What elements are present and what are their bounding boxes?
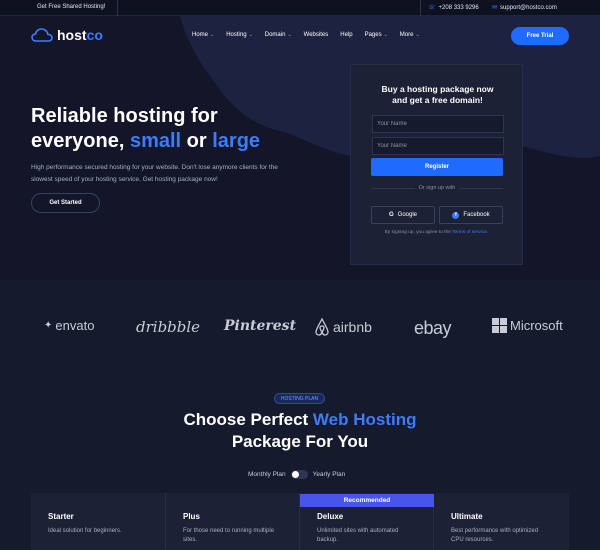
microsoft-logo: Microsoft bbox=[492, 318, 563, 333]
envato-logo: ✦ envato bbox=[44, 318, 95, 333]
brand-logos: ✦ envato dribbble Pinterest airbnb ebay M… bbox=[44, 318, 566, 340]
leaf-icon: ✦ bbox=[44, 320, 53, 331]
nav-item-domain[interactable]: Domain ⌄ bbox=[265, 32, 292, 38]
dribbble-logo: dribbble bbox=[136, 318, 201, 336]
mail-icon: ✉ bbox=[492, 5, 498, 11]
or-divider: Or sign up with bbox=[371, 185, 503, 191]
divider-line bbox=[371, 187, 415, 189]
nav-item-hosting[interactable]: Hosting ⌄ bbox=[226, 32, 253, 38]
toggle-knob bbox=[291, 471, 299, 478]
logo[interactable]: hostco bbox=[31, 27, 103, 43]
microsoft-icon bbox=[492, 318, 507, 333]
or-text: Or sign up with bbox=[418, 185, 456, 191]
signup-title: Buy a hosting package now and get a free… bbox=[381, 84, 494, 105]
section-title: Choose Perfect Web Hosting Package For Y… bbox=[183, 410, 417, 451]
name-input[interactable] bbox=[372, 115, 504, 133]
chevron-down-icon: ⌄ bbox=[210, 32, 215, 38]
nav-item-home[interactable]: Home ⌄ bbox=[192, 32, 214, 38]
register-button[interactable]: Register bbox=[371, 158, 503, 176]
billing-toggle[interactable] bbox=[290, 470, 308, 479]
get-started-button[interactable]: Get Started bbox=[31, 193, 100, 213]
yearly-plan-label[interactable]: Yearly Plan bbox=[313, 471, 346, 478]
airbnb-icon bbox=[315, 318, 329, 336]
phone-icon: ☏ bbox=[428, 5, 436, 11]
plan-card-starter[interactable]: Starter Ideal solution for beginners. bbox=[31, 493, 166, 550]
top-bar: Get Free Shared Hosting! ☏ +208 333 9296… bbox=[0, 0, 600, 16]
cloud-icon bbox=[31, 28, 53, 42]
google-icon: G bbox=[388, 212, 394, 218]
facebook-signup-button[interactable]: f Facebook bbox=[439, 206, 503, 224]
chevron-down-icon: ⌄ bbox=[248, 32, 253, 38]
brand-name: hostco bbox=[57, 27, 103, 43]
chevron-down-icon: ⌄ bbox=[287, 32, 292, 38]
divider-line bbox=[459, 187, 503, 189]
facebook-icon: f bbox=[452, 211, 460, 219]
monthly-plan-label[interactable]: Monthly Plan bbox=[248, 471, 286, 478]
plan-description: Unlimited sites with automated backup. bbox=[317, 528, 399, 543]
email-address: support@hostco.com bbox=[500, 4, 557, 11]
divider bbox=[117, 0, 118, 16]
airbnb-logo: airbnb bbox=[314, 318, 372, 336]
nav-item-more[interactable]: More ⌄ bbox=[400, 32, 420, 38]
plan-name: Deluxe bbox=[317, 512, 344, 521]
chevron-down-icon: ⌄ bbox=[415, 32, 420, 38]
pinterest-logo: Pinterest bbox=[224, 318, 297, 334]
plan-name: Ultimate bbox=[451, 512, 483, 521]
phone-number: +208 333 9296 bbox=[438, 4, 479, 11]
nav-item-pages[interactable]: Pages ⌄ bbox=[365, 32, 388, 38]
ebay-logo: ebay bbox=[414, 318, 452, 338]
nav-item-websites[interactable]: Websites bbox=[304, 32, 329, 38]
free-trial-button[interactable]: Free Trial bbox=[511, 27, 569, 45]
email-contact[interactable]: ✉ support@hostco.com bbox=[492, 4, 557, 12]
plan-description: Ideal solution for beginners. bbox=[48, 528, 122, 534]
hero-description: High performance secured hosting for you… bbox=[31, 164, 278, 183]
nav-item-help[interactable]: Help bbox=[340, 32, 352, 38]
terms-text: By signing up, you agree to the Terms of… bbox=[384, 230, 489, 235]
plan-name: Plus bbox=[183, 512, 200, 521]
plan-description: For those need to running multiple sites… bbox=[183, 528, 275, 543]
billing-toggle-row: Monthly Plan Yearly Plan bbox=[248, 470, 345, 479]
plan-card-plus[interactable]: Plus For those need to running multiple … bbox=[166, 493, 300, 550]
chevron-down-icon: ⌄ bbox=[383, 32, 388, 38]
main-nav: Home ⌄ Hosting ⌄ Domain ⌄ Websites Help Pag… bbox=[192, 32, 432, 38]
terms-link[interactable]: Terms of service. bbox=[452, 230, 488, 235]
name-input-2[interactable] bbox=[372, 137, 504, 155]
plan-description: Best performance with optimized CPU reso… bbox=[451, 528, 539, 543]
phone-contact[interactable]: ☏ +208 333 9296 bbox=[428, 4, 479, 12]
hero-title: Reliable hosting for everyone, small or … bbox=[31, 105, 261, 152]
hosting-plan-badge: HOSTING PLAN bbox=[274, 393, 325, 404]
recommended-badge: Recommended bbox=[300, 494, 434, 507]
promo-text[interactable]: Get Free Shared Hosting! bbox=[37, 4, 105, 10]
plan-card-ultimate[interactable]: Ultimate Best performance with optimized… bbox=[434, 493, 569, 550]
google-signup-button[interactable]: G Google bbox=[371, 206, 435, 224]
plan-name: Starter bbox=[48, 512, 74, 521]
divider bbox=[420, 0, 421, 16]
